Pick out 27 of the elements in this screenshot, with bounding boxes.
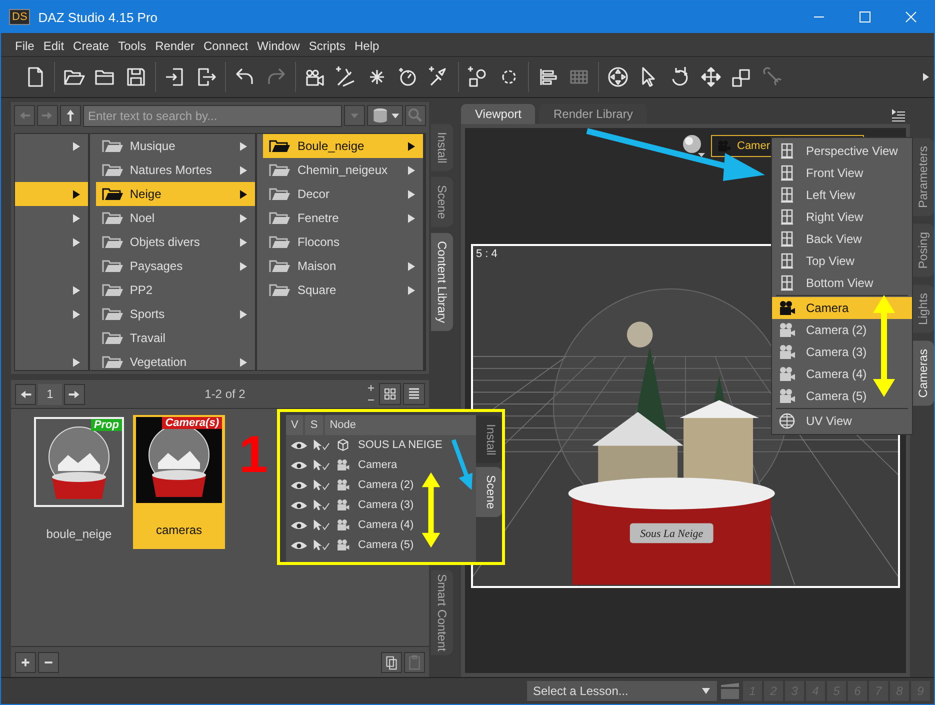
folder-label: Maison <box>297 259 338 273</box>
folder-label: Vegetation <box>130 355 188 369</box>
asset-name: cameras <box>156 523 202 537</box>
folder-label: Neige <box>130 187 162 201</box>
folder-label: Decor <box>297 187 330 201</box>
folder-label: Musique <box>130 139 176 153</box>
asset-type-badge: Prop <box>90 419 122 431</box>
folder-label: Fenetre <box>297 211 340 225</box>
asset-name: boule_neige <box>46 527 112 541</box>
folder-label: Noel <box>130 211 156 225</box>
folder-label: Sports <box>130 307 166 321</box>
page-number: 1 <box>38 384 62 404</box>
page-range: 1-2 of 2 <box>204 387 246 401</box>
folder-label: Travail <box>130 331 166 345</box>
folder-label: Chemin_neigeux <box>297 163 389 177</box>
asset-type-badge: Camera(s) <box>162 417 222 429</box>
window-title: DAZ Studio 4.15 Pro <box>38 10 158 24</box>
folder-label: Boule_neige <box>297 139 366 153</box>
aspect-ratio-label: 5 : 4 <box>476 248 498 260</box>
annotation-number: 1 <box>239 429 268 481</box>
folder-label: Natures Mortes <box>130 163 213 177</box>
folder-label: Square <box>297 283 338 297</box>
app-logo: DS <box>9 9 30 25</box>
folder-label: Objets divers <box>130 235 201 249</box>
folder-label: Flocons <box>297 235 340 249</box>
folder-label: Paysages <box>130 259 184 273</box>
folder-label: PP2 <box>130 283 154 297</box>
